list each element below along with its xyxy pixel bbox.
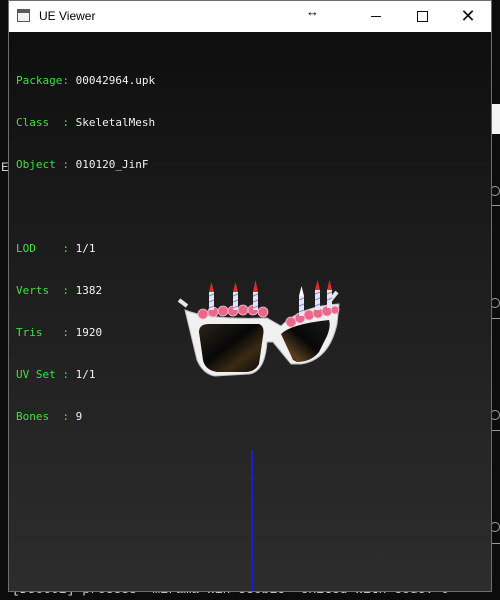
minimize-button[interactable]	[353, 1, 399, 32]
app-window-icon	[17, 9, 30, 22]
background-tick	[492, 318, 500, 319]
info-label: Verts	[16, 284, 63, 297]
close-button[interactable]: ✕	[445, 1, 491, 32]
info-value: 1382	[75, 284, 103, 297]
window-title: UE Viewer	[39, 9, 96, 23]
info-row-package: Package: 00042964.upk	[16, 74, 155, 88]
info-value: 1/1	[75, 242, 96, 255]
info-label: Bones	[16, 410, 63, 423]
info-value: 010120_JinF	[75, 158, 149, 171]
info-label: Tris	[16, 326, 63, 339]
background-tick	[492, 430, 500, 431]
info-separator: :	[62, 74, 76, 87]
info-spacer	[16, 200, 155, 214]
info-separator: :	[62, 284, 76, 297]
info-separator: :	[62, 116, 76, 129]
background-tick	[492, 205, 500, 206]
resize-cursor-icon: ↔	[306, 4, 319, 19]
info-row-verts: Verts : 1382	[16, 284, 155, 298]
info-label: Object	[16, 158, 63, 171]
background-tick	[492, 543, 500, 544]
info-row-uvset: UV Set : 1/1	[16, 368, 155, 382]
info-separator: :	[62, 242, 76, 255]
ue-viewer-window[interactable]: UE Viewer ↔ ✕ Package: 00042964.upk Clas…	[8, 0, 492, 592]
info-value: 00042964.upk	[75, 74, 156, 87]
mesh-info-panel: Package: 00042964.upk Class : SkeletalMe…	[16, 46, 155, 452]
info-value: 9	[75, 410, 83, 423]
left-temple	[177, 298, 189, 308]
info-label: Package	[16, 74, 63, 87]
info-row-bones: Bones : 9	[16, 410, 155, 424]
minimize-icon	[371, 16, 381, 17]
info-value: SkeletalMesh	[75, 116, 156, 129]
info-row-class: Class : SkeletalMesh	[16, 116, 155, 130]
left-lens	[199, 324, 264, 372]
info-separator: :	[62, 326, 76, 339]
title-bar[interactable]: UE Viewer ↔ ✕	[9, 1, 491, 32]
info-value: 1/1	[75, 368, 96, 381]
maximize-button[interactable]	[399, 1, 445, 32]
info-value: 1920	[75, 326, 103, 339]
info-separator: :	[62, 410, 76, 423]
axis-line-blue	[251, 450, 253, 591]
maximize-icon	[416, 11, 428, 22]
info-separator: :	[62, 158, 76, 171]
info-label: LOD	[16, 242, 63, 255]
info-row-object: Object : 010120_JinF	[16, 158, 155, 172]
info-row-tris: Tris : 1920	[16, 326, 155, 340]
sunglasses-model[interactable]	[169, 280, 349, 380]
close-icon: ✕	[460, 5, 476, 27]
info-label: Class	[16, 116, 63, 129]
3d-viewport[interactable]: Package: 00042964.upk Class : SkeletalMe…	[9, 32, 491, 591]
info-separator: :	[62, 368, 76, 381]
info-row-lod: LOD : 1/1	[16, 242, 155, 256]
background-window-edge	[491, 104, 500, 134]
info-label: UV Set	[16, 368, 63, 381]
